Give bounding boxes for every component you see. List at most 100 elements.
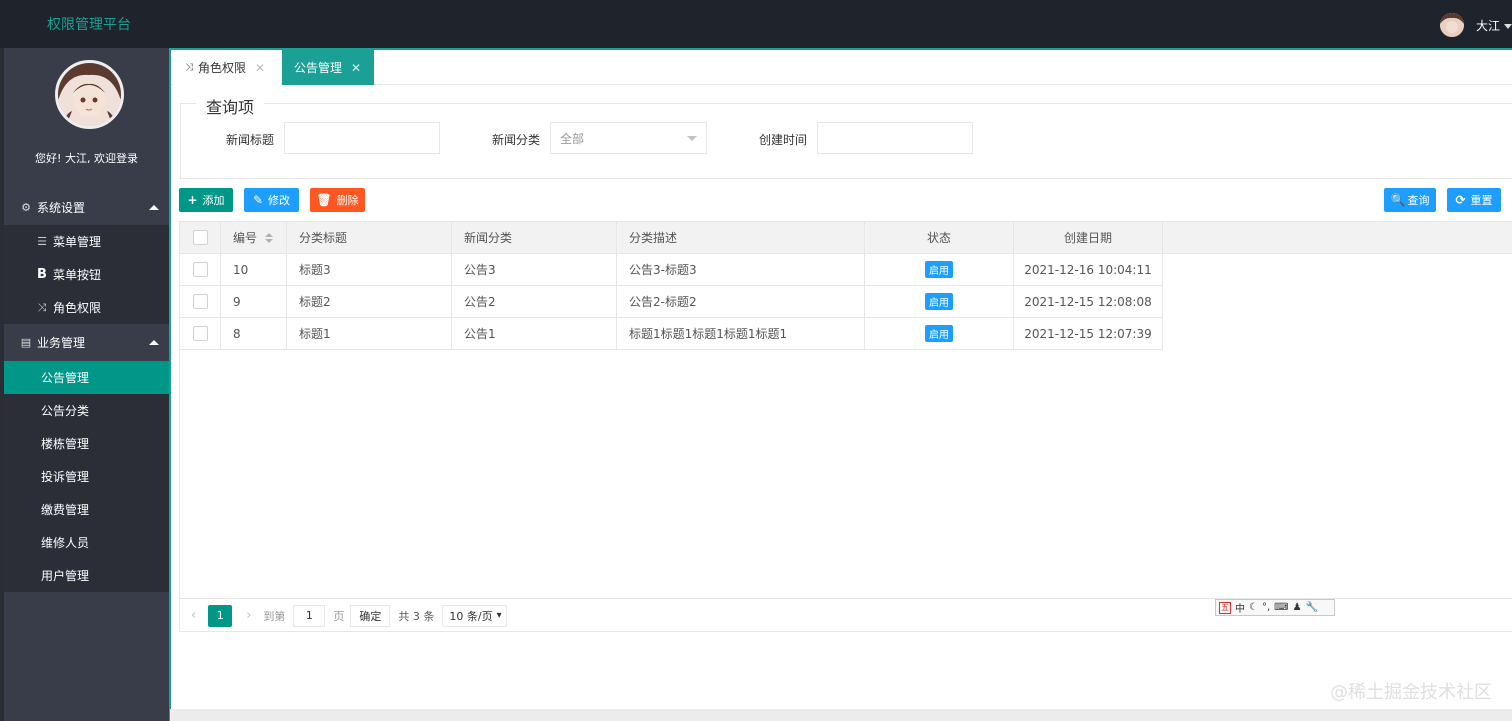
keyboard-icon[interactable]: ⌨ (1274, 602, 1288, 613)
caret-down-icon (687, 136, 697, 141)
close-icon[interactable]: ✕ (255, 61, 265, 75)
tab-role-permissions[interactable]: ⤨ 角色权限 ✕ (173, 50, 282, 85)
row-checkbox[interactable] (192, 294, 208, 309)
page-size-select[interactable]: 10 条/页 ▾ (442, 604, 507, 627)
add-button-label: 添加 (202, 194, 225, 207)
shuffle-icon: ⤨ (37, 300, 47, 314)
sidebar-item-label: 菜单管理 (53, 235, 102, 249)
total-count: 共 3 条 (398, 609, 435, 623)
goto-confirm-button[interactable]: 确定 (350, 604, 391, 627)
news-category-select[interactable]: 全部 (550, 122, 707, 154)
cell-category: 公告1 (452, 318, 617, 349)
caret-down-icon[interactable] (1504, 23, 1512, 29)
row-checkbox-cell (180, 254, 221, 285)
nav-group-business[interactable]: ▤ 业务管理 (4, 324, 169, 360)
tab-bar: ⤨ 角色权限 ✕ 公告管理 ✕ (171, 48, 1512, 85)
column-header-id[interactable]: 编号 (221, 222, 287, 253)
delete-button[interactable]: 🗑 删除 (310, 188, 365, 212)
sidebar-item-label: 维修人员 (41, 536, 90, 550)
cell-category: 公告3 (452, 254, 617, 285)
goto-page-input[interactable]: 1 (293, 604, 326, 627)
sidebar-item-users[interactable]: 用户管理 (4, 559, 169, 592)
cell-id: 10 (221, 254, 287, 285)
column-header-title: 分类标题 (287, 222, 452, 253)
user-name[interactable]: 大江 (1476, 17, 1500, 34)
sidebar-item-role-permissions[interactable]: ⤨ 角色权限 (4, 291, 169, 324)
column-header-status: 状态 (865, 222, 1014, 253)
moon-icon[interactable]: ☾ (1249, 602, 1258, 613)
row-checkbox[interactable] (192, 326, 208, 341)
sidebar-item-complaints[interactable]: 投诉管理 (4, 460, 169, 493)
tab-announcements[interactable]: 公告管理 ✕ (282, 50, 374, 85)
data-table: 编号 分类标题 新闻分类 分类描述 状态 创建日期 10 标题3 公告3 公告3… (179, 221, 1512, 632)
pencil-icon: ✎ (252, 193, 264, 207)
cell-title: 标题2 (287, 286, 452, 317)
table-row[interactable]: 8 标题1 公告1 标题1标题1标题1标题1标题1 启用 2021-12-15 … (180, 318, 1163, 350)
chevron-down-icon: ▾ (496, 610, 502, 621)
avatar[interactable] (1439, 13, 1464, 37)
page-number-current[interactable]: 1 (208, 604, 233, 627)
cell-created: 2021-12-16 10:04:11 (1014, 254, 1163, 285)
sidebar-item-announcements[interactable]: 公告管理 (4, 361, 169, 394)
sidebar-item-label: 公告管理 (41, 371, 90, 385)
sidebar-item-menu-management[interactable]: ☰ 菜单管理 (4, 225, 169, 258)
ime-toolbar[interactable]: 五 中 ☾ °, ⌨ ♟ 🔧 (1215, 599, 1335, 616)
row-checkbox[interactable] (192, 262, 208, 277)
cell-id: 8 (221, 318, 287, 349)
sidebar-item-menu-buttons[interactable]: B 菜单按钮 (4, 258, 169, 291)
punctuation-icon[interactable]: °, (1262, 602, 1270, 613)
row-checkbox-cell (180, 318, 221, 349)
search-button[interactable]: 🔍 查询 (1384, 188, 1436, 212)
table-header: 编号 分类标题 新闻分类 分类描述 状态 创建日期 (180, 222, 1512, 254)
news-category-value: 全部 (560, 131, 585, 146)
table-row[interactable]: 9 标题2 公告2 公告2-标题2 启用 2021-12-15 12:08:08 (180, 286, 1163, 318)
select-all-checkbox[interactable] (192, 230, 208, 245)
user-menu[interactable]: 大江 (1439, 12, 1512, 38)
query-legend: 查询项 (196, 94, 265, 118)
column-header-created: 创建日期 (1014, 222, 1163, 253)
sidebar-item-label: 角色权限 (53, 301, 102, 315)
brand-title[interactable]: 权限管理平台 (47, 14, 131, 34)
table-row[interactable]: 10 标题3 公告3 公告3-标题3 启用 2021-12-16 10:04:1… (180, 254, 1163, 286)
chevron-up-icon (149, 205, 159, 210)
search-button-label: 查询 (1407, 194, 1430, 207)
chevron-left-icon[interactable]: ‹ (191, 608, 196, 623)
ime-logo-icon[interactable]: 五 (1219, 601, 1231, 614)
cell-description: 公告2-标题2 (617, 286, 865, 317)
cell-description: 公告3-标题3 (617, 254, 865, 285)
row-checkbox-cell (180, 286, 221, 317)
cell-created: 2021-12-15 12:07:39 (1014, 318, 1163, 349)
delete-button-label: 删除 (336, 194, 359, 207)
chevron-right-icon[interactable]: › (246, 608, 251, 623)
gear-icon: ⚙ (21, 200, 31, 214)
sidebar: 您好! 大江, 欢迎登录 ⚙ 系统设置 ☰ 菜单管理 B 菜单按钮 ⤨ 角色权限… (4, 48, 169, 721)
created-time-input[interactable] (817, 122, 973, 154)
sidebar-item-repair-staff[interactable]: 维修人员 (4, 526, 169, 559)
ime-mode[interactable]: 中 (1235, 600, 1245, 615)
sort-icon[interactable] (265, 232, 274, 243)
cell-description: 标题1标题1标题1标题1标题1 (617, 318, 865, 349)
status-badge: 启用 (925, 325, 953, 342)
news-category-label: 新闻分类 (492, 133, 541, 147)
edit-button[interactable]: ✎ 修改 (244, 188, 299, 212)
wrench-icon[interactable]: 🔧 (1306, 602, 1318, 613)
welcome-text: 您好! 大江, 欢迎登录 (35, 152, 138, 165)
close-icon[interactable]: ✕ (351, 61, 361, 75)
reset-button[interactable]: ⟳ 重置 (1447, 188, 1501, 212)
reset-button-label: 重置 (1470, 194, 1493, 207)
search-icon: 🔍 (1390, 193, 1406, 207)
add-button[interactable]: + 添加 (179, 188, 233, 212)
nav-group-system-settings[interactable]: ⚙ 系统设置 (4, 189, 169, 225)
news-title-input[interactable] (284, 122, 440, 154)
sidebar-item-label: 缴费管理 (41, 503, 90, 517)
sidebar-item-buildings[interactable]: 楼栋管理 (4, 427, 169, 460)
nav-group-label: 系统设置 (37, 200, 86, 215)
sidebar-item-announcement-categories[interactable]: 公告分类 (4, 394, 169, 427)
cell-status: 启用 (865, 254, 1014, 285)
user-icon[interactable]: ♟ (1293, 602, 1302, 613)
edit-button-label: 修改 (268, 194, 291, 207)
sidebar-item-payments[interactable]: 缴费管理 (4, 493, 169, 526)
cell-status: 启用 (865, 318, 1014, 349)
status-badge: 启用 (925, 261, 953, 278)
plus-icon: + (187, 193, 198, 207)
